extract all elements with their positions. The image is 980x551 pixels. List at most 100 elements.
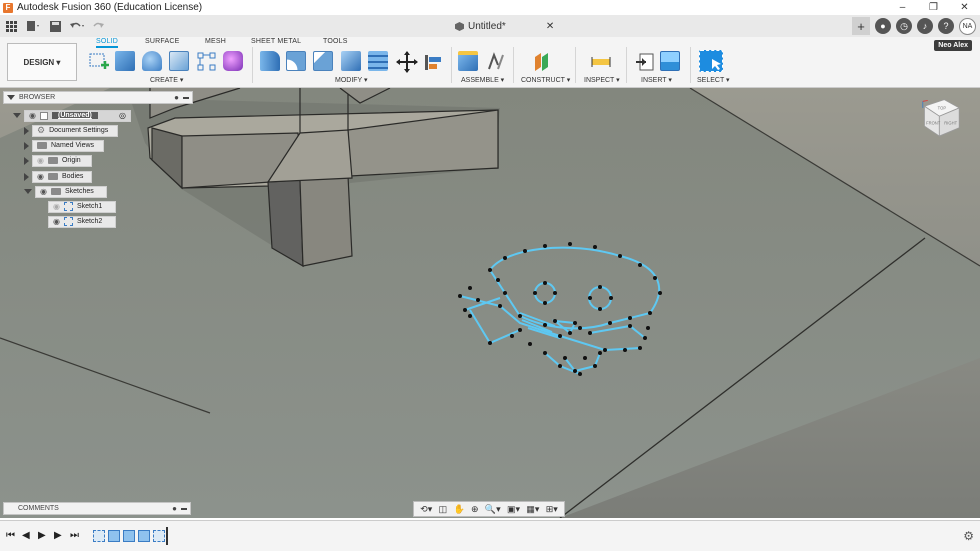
construct-group-label[interactable]: CONSTRUCT ▾ — [521, 76, 570, 84]
file-menu-icon[interactable] — [22, 15, 44, 37]
move-copy-icon[interactable] — [396, 51, 418, 73]
maximize-button[interactable]: ❐ — [918, 0, 949, 15]
extrude-icon[interactable] — [115, 51, 135, 71]
document-settings-node[interactable]: ⚙ Document Settings — [32, 124, 118, 137]
expand-arrow-icon[interactable] — [24, 172, 29, 181]
browser-item-sketch2[interactable]: ◉ Sketch2 — [48, 215, 116, 228]
chamfer-icon[interactable] — [313, 51, 333, 71]
root-component-node[interactable]: ◉ (Unsaved) ◎ — [24, 109, 131, 122]
step-back-icon[interactable]: ◀ — [22, 530, 30, 541]
browser-root-row[interactable]: ◉ (Unsaved) ◎ — [13, 109, 131, 122]
hidden-eye-icon[interactable]: ◉ — [37, 156, 44, 165]
press-pull-icon[interactable] — [260, 51, 280, 71]
zoom-icon[interactable]: ⊕ — [471, 504, 479, 515]
visibility-eye-icon[interactable]: ◉ — [29, 111, 36, 120]
new-component-icon[interactable] — [458, 51, 478, 71]
insert-derive-icon[interactable] — [634, 51, 654, 71]
timeline-feature-extrude[interactable] — [123, 530, 135, 542]
browser-item-document-settings[interactable]: ⚙ Document Settings — [24, 124, 118, 137]
new-tab-plus-button[interactable]: + — [852, 17, 870, 35]
offset-plane-icon[interactable] — [532, 51, 552, 71]
sketch2-node[interactable]: ◉ Sketch2 — [48, 215, 116, 228]
create-group-label[interactable]: CREATE ▾ — [150, 76, 183, 84]
canvas-viewport[interactable]: TOP FRONT RIGHT — [0, 88, 980, 518]
comments-minimize-icon[interactable] — [181, 507, 187, 510]
minimize-button[interactable]: – — [887, 0, 918, 15]
timeline-settings-gear-icon[interactable]: ⚙ — [963, 529, 974, 543]
step-forward-icon[interactable]: ▶ — [54, 530, 62, 541]
look-at-icon[interactable]: ◫ — [439, 504, 448, 515]
origin-node[interactable]: ◉ Origin — [32, 154, 92, 167]
undo-icon[interactable] — [66, 15, 88, 37]
play-icon[interactable]: ▶ — [38, 530, 46, 541]
combine-icon[interactable] — [368, 51, 388, 71]
pan-hand-icon[interactable]: ✋ — [453, 504, 464, 515]
go-to-start-icon[interactable]: ⏮ — [6, 530, 15, 541]
grid-settings-icon[interactable]: ▦▾ — [526, 504, 539, 515]
browser-minimize-icon[interactable] — [183, 96, 189, 99]
timeline-feature-extrude[interactable] — [108, 530, 120, 542]
insert-group-label[interactable]: INSERT ▾ — [641, 76, 672, 84]
fit-zoom-icon[interactable]: 🔍▾ — [485, 504, 501, 515]
browser-collapse-icon[interactable] — [7, 95, 15, 100]
browser-item-sketch1[interactable]: ◉ Sketch1 — [48, 200, 116, 213]
timeline-feature-sketch[interactable] — [93, 530, 105, 542]
orbit-icon[interactable]: ⟲▾ — [420, 504, 432, 515]
browser-item-named-views[interactable]: Named Views — [24, 139, 104, 152]
measure-icon[interactable] — [590, 51, 611, 71]
user-avatar[interactable]: NA — [959, 17, 976, 35]
timeline-feature-sketch[interactable] — [153, 530, 165, 542]
data-panel-grid-icon[interactable] — [0, 15, 22, 37]
tab-tools[interactable]: TOOLS — [323, 38, 348, 45]
help-icon[interactable]: ? — [938, 18, 954, 34]
tab-surface[interactable]: SURFACE — [145, 38, 179, 45]
hidden-eye-icon[interactable]: ◉ — [53, 202, 60, 211]
insert-canvas-icon[interactable] — [660, 51, 680, 71]
bodies-node[interactable]: ◉ Bodies — [32, 170, 92, 183]
expand-arrow-icon[interactable] — [24, 189, 32, 194]
tab-sheet-metal[interactable]: SHEET METAL — [251, 38, 301, 45]
extensions-icon[interactable]: ● — [875, 18, 891, 34]
redo-icon[interactable] — [88, 15, 110, 37]
workspace-switcher[interactable]: DESIGN ▾ — [7, 43, 77, 81]
assemble-group-label[interactable]: ASSEMBLE ▾ — [461, 76, 504, 84]
expand-arrow-icon[interactable] — [24, 156, 29, 165]
fillet-icon[interactable] — [286, 51, 306, 71]
timeline-marker[interactable] — [166, 527, 168, 545]
rectangular-pattern-icon[interactable] — [196, 51, 216, 71]
close-button[interactable]: ✕ — [949, 0, 980, 15]
job-status-icon[interactable]: ◷ — [896, 18, 912, 34]
notifications-bell-icon[interactable]: ♪ — [917, 18, 933, 34]
revolve-icon[interactable] — [142, 51, 162, 71]
visibility-eye-icon[interactable]: ◉ — [40, 187, 47, 196]
sketch1-node[interactable]: ◉ Sketch1 — [48, 200, 116, 213]
modify-group-label[interactable]: MODIFY ▾ — [335, 76, 368, 84]
tab-solid[interactable]: SOLID — [96, 38, 119, 48]
visibility-eye-icon[interactable]: ◉ — [53, 217, 60, 226]
browser-panel-header[interactable]: BROWSER ● — [3, 91, 193, 104]
inspect-group-label[interactable]: INSPECT ▾ — [584, 76, 620, 84]
joint-icon[interactable] — [485, 51, 505, 71]
expand-arrow-icon[interactable] — [13, 113, 21, 118]
form-icon[interactable] — [223, 51, 243, 71]
browser-options-icon[interactable]: ● — [174, 93, 179, 102]
named-views-node[interactable]: Named Views — [32, 139, 104, 152]
shell-icon[interactable] — [341, 51, 361, 71]
comments-panel[interactable]: COMMENTS ● — [3, 502, 191, 515]
align-icon[interactable] — [423, 51, 443, 71]
go-to-end-icon[interactable]: ⏭ — [70, 530, 79, 541]
hole-icon[interactable] — [169, 51, 189, 71]
select-icon[interactable] — [699, 50, 723, 72]
display-settings-icon[interactable]: ▣▾ — [507, 504, 520, 515]
comments-add-icon[interactable]: ● — [172, 504, 177, 513]
view-cube[interactable]: TOP FRONT RIGHT — [915, 98, 967, 146]
browser-item-sketches[interactable]: ◉ Sketches — [24, 185, 107, 198]
expand-arrow-icon[interactable] — [24, 126, 29, 135]
select-group-label[interactable]: SELECT ▾ — [697, 76, 730, 84]
browser-item-bodies[interactable]: ◉ Bodies — [24, 170, 92, 183]
user-name-badge[interactable]: Neo Alex — [934, 40, 972, 51]
sketches-node[interactable]: ◉ Sketches — [35, 185, 107, 198]
document-close-button[interactable]: ✕ — [546, 21, 554, 32]
tab-mesh[interactable]: MESH — [205, 38, 226, 45]
browser-item-origin[interactable]: ◉ Origin — [24, 154, 92, 167]
